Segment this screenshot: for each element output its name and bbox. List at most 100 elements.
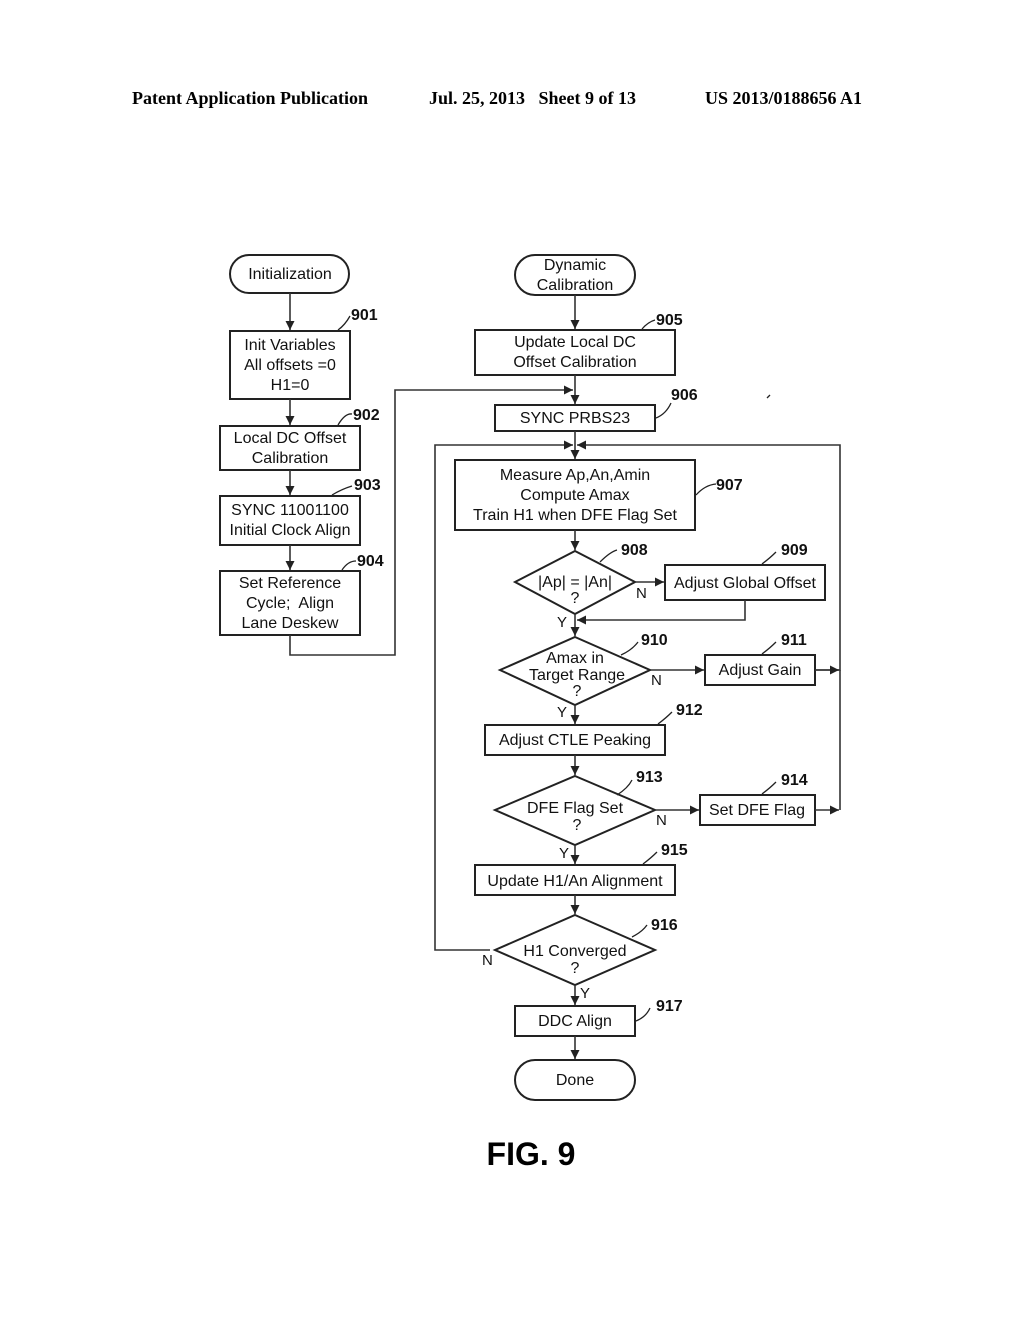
ref-leader bbox=[337, 413, 353, 426]
step-905-line-2: Offset Calibration bbox=[513, 354, 636, 371]
step-909: Adjust Global Offset 909 bbox=[664, 542, 826, 601]
ref-911: 911 bbox=[781, 632, 807, 649]
ref-leader bbox=[635, 1007, 651, 1022]
ref-leader bbox=[655, 402, 672, 419]
decision-910: Amax in Target Range ? 910 N Y bbox=[497, 632, 668, 721]
ref-914: 914 bbox=[781, 772, 808, 789]
ref-906: 906 bbox=[671, 387, 698, 404]
decision-916: H1 Converged ? 916 N Y bbox=[482, 913, 678, 1002]
ref-908: 908 bbox=[621, 542, 648, 559]
ref-leader bbox=[616, 779, 633, 796]
step-901: Init Variables All offsets =0 H1=0 901 bbox=[229, 307, 378, 400]
terminal-initialization-label: Initialization bbox=[248, 266, 332, 283]
ref-leader bbox=[642, 851, 658, 865]
decision-916-line-2: ? bbox=[571, 960, 580, 977]
step-912-line-1: Adjust CTLE Peaking bbox=[499, 732, 651, 749]
decision-908-line-2: ? bbox=[571, 590, 580, 607]
ref-904: 904 bbox=[357, 553, 384, 570]
decision-910-line-3: ? bbox=[573, 683, 582, 700]
step-903-line-1: SYNC 11001100 bbox=[231, 502, 349, 519]
label-yes: Y bbox=[580, 985, 590, 1002]
step-917: DDC Align 917 bbox=[514, 998, 683, 1037]
step-907-line-2: Compute Amax bbox=[520, 487, 629, 504]
decision-913: DFE Flag Set ? 913 N Y bbox=[492, 769, 667, 862]
step-902-line-1: Local DC Offset bbox=[234, 430, 347, 447]
flowchart-figure: Initialization Init Variables All offset… bbox=[219, 254, 841, 1172]
step-907-line-3: Train H1 when DFE Flag Set bbox=[473, 507, 677, 524]
ref-leader bbox=[341, 560, 357, 571]
label-no: N bbox=[482, 952, 493, 969]
terminal-done-label: Done bbox=[556, 1072, 594, 1089]
ref-leader bbox=[695, 483, 717, 496]
label-no: N bbox=[651, 672, 662, 689]
step-902: Local DC Offset Calibration 902 bbox=[219, 407, 380, 471]
connector-909-return bbox=[577, 600, 746, 625]
step-914-line-1: Set DFE Flag bbox=[709, 802, 805, 819]
terminal-dynamic-label-2: Calibration bbox=[537, 277, 613, 294]
step-903-line-2: Initial Clock Align bbox=[230, 522, 351, 539]
decision-910-line-2: Target Range bbox=[529, 667, 625, 684]
ref-leader bbox=[631, 924, 648, 938]
ref-leader bbox=[761, 641, 777, 655]
ref-leader bbox=[620, 641, 639, 656]
step-901-line-2: All offsets =0 bbox=[244, 357, 336, 374]
terminal-initialization: Initialization bbox=[229, 254, 350, 294]
decision-908: |Ap| = |An| ? 908 N Y bbox=[512, 542, 648, 631]
ref-leader bbox=[761, 781, 777, 795]
step-904-line-3: Lane Deskew bbox=[242, 615, 339, 632]
step-909-line-1: Adjust Global Offset bbox=[674, 575, 817, 592]
step-904-line-2: Cycle; Align bbox=[246, 595, 334, 612]
ref-916: 916 bbox=[651, 917, 678, 934]
step-911-line-1: Adjust Gain bbox=[719, 662, 802, 679]
step-901-line-3: H1=0 bbox=[271, 377, 310, 394]
ref-905: 905 bbox=[656, 312, 683, 329]
label-yes: Y bbox=[557, 704, 567, 721]
step-906: SYNC PRBS23 906 bbox=[494, 387, 698, 432]
terminal-done: Done bbox=[514, 1059, 636, 1101]
step-902-line-2: Calibration bbox=[252, 450, 328, 467]
ref-leader bbox=[761, 551, 777, 565]
ref-902: 902 bbox=[353, 407, 380, 424]
step-901-line-1: Init Variables bbox=[244, 337, 335, 354]
figure-label: FIG. 9 bbox=[487, 1136, 576, 1172]
ref-909: 909 bbox=[781, 542, 808, 559]
ref-leader bbox=[641, 319, 656, 330]
decision-908-line-1: |Ap| = |An| bbox=[538, 574, 612, 591]
ref-leader bbox=[599, 549, 618, 563]
step-906-line-1: SYNC PRBS23 bbox=[520, 410, 630, 427]
step-915-line-1: Update H1/An Alignment bbox=[487, 873, 663, 890]
label-yes: Y bbox=[557, 614, 567, 631]
ref-leader bbox=[337, 315, 351, 331]
step-903: SYNC 11001100 Initial Clock Align 903 bbox=[219, 477, 381, 546]
step-904: Set Reference Cycle; Align Lane Deskew 9… bbox=[219, 553, 384, 636]
step-914: Set DFE Flag 914 bbox=[699, 772, 816, 826]
terminal-dynamic-label-1: Dynamic bbox=[544, 257, 606, 274]
step-907: Measure Ap,An,Amin Compute Amax Train H1… bbox=[454, 459, 743, 531]
step-905: Update Local DC Offset Calibration 905 bbox=[474, 312, 683, 376]
step-911: Adjust Gain 911 bbox=[704, 632, 816, 686]
step-907-line-1: Measure Ap,An,Amin bbox=[500, 467, 650, 484]
ref-leader bbox=[331, 485, 353, 496]
step-917-line-1: DDC Align bbox=[538, 1013, 612, 1030]
step-915: Update H1/An Alignment 915 bbox=[474, 842, 688, 896]
ref-910: 910 bbox=[641, 632, 668, 649]
ref-913: 913 bbox=[636, 769, 663, 786]
ref-917: 917 bbox=[656, 998, 683, 1015]
decision-910-line-1: Amax in bbox=[546, 650, 604, 667]
ref-903: 903 bbox=[354, 477, 381, 494]
decision-913-line-1: DFE Flag Set bbox=[527, 800, 624, 817]
decision-913-line-2: ? bbox=[573, 817, 582, 834]
label-yes: Y bbox=[559, 845, 569, 862]
decision-916-line-1: H1 Converged bbox=[523, 943, 626, 960]
ref-915: 915 bbox=[661, 842, 688, 859]
stray-mark bbox=[766, 394, 771, 399]
step-905-line-1: Update Local DC bbox=[514, 334, 636, 351]
ref-leader bbox=[657, 711, 673, 725]
terminal-dynamic-calibration: Dynamic Calibration bbox=[514, 254, 636, 296]
ref-901: 901 bbox=[351, 307, 378, 324]
ref-907: 907 bbox=[716, 477, 743, 494]
label-no: N bbox=[656, 812, 667, 829]
ref-912: 912 bbox=[676, 702, 703, 719]
step-904-line-1: Set Reference bbox=[239, 575, 341, 592]
step-912: Adjust CTLE Peaking 912 bbox=[484, 702, 703, 756]
